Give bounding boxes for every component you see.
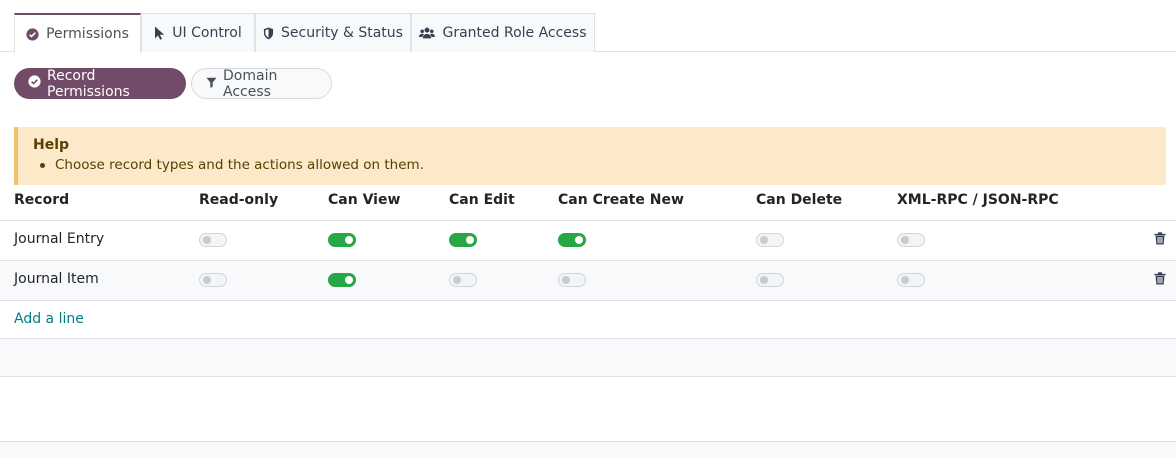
help-alert: Help Choose record types and the actions… [14,127,1166,185]
toggle-can-create-new[interactable] [558,273,586,287]
tab-ui-control[interactable]: UI Control [141,13,255,52]
table-row[interactable]: Journal Item [0,261,1176,301]
tab-permissions[interactable]: Permissions [14,13,141,53]
tab-bar: Permissions UI Control Security & Status… [0,0,1176,53]
toggle-knob [203,276,211,284]
toggle-xml-rpc[interactable] [897,233,925,247]
table-row[interactable]: Journal Entry [0,220,1176,260]
check-circle-icon [28,75,41,92]
tab-label: Granted Role Access [442,25,587,41]
toggle-knob [453,276,461,284]
empty-row [0,442,1176,458]
shield-icon [263,27,274,40]
toggle-read-only[interactable] [199,233,227,247]
toggle-knob [760,276,768,284]
tab-label: UI Control [172,25,242,41]
trash-icon[interactable] [1154,232,1166,249]
toggle-knob [901,236,909,244]
column-header-can-create-new[interactable]: Can Create New [558,192,684,210]
record-name: Journal Entry [14,231,105,247]
tab-security-status[interactable]: Security & Status [255,13,411,52]
toggle-can-view[interactable] [328,233,356,247]
toggle-knob [760,236,768,244]
record-permissions-pill[interactable]: Record Permissions [14,67,186,100]
trash-icon[interactable] [1154,272,1166,289]
column-header-xml-rpc[interactable]: XML-RPC / JSON-RPC [897,192,1059,210]
toggle-xml-rpc[interactable] [897,273,925,287]
bullet-icon [40,162,45,168]
toggle-knob [203,236,211,244]
tab-granted-role-access[interactable]: Granted Role Access [411,13,595,52]
pill-label: Domain Access [223,67,278,100]
toggle-can-delete[interactable] [756,273,784,287]
divider [0,376,1176,377]
toggle-read-only[interactable] [199,273,227,287]
add-a-line-link[interactable]: Add a line [14,311,84,327]
column-header-can-view[interactable]: Can View [328,192,400,210]
toggle-knob [345,276,353,284]
users-icon [419,27,436,39]
toggle-can-edit[interactable] [449,273,477,287]
pill-label: Record Permissions [47,67,130,100]
toggle-knob [901,276,909,284]
cursor-icon [154,26,165,40]
column-header-can-delete[interactable]: Can Delete [756,192,842,210]
filter-icon [206,76,217,92]
help-title: Help [33,137,70,153]
record-name: Journal Item [14,271,99,287]
column-header-can-edit[interactable]: Can Edit [449,192,515,210]
toggle-can-view[interactable] [328,273,356,287]
domain-access-pill[interactable]: Domain Access [191,67,332,100]
toggle-can-create-new[interactable] [558,233,586,247]
check-circle-icon [26,27,39,41]
toggle-knob [562,276,570,284]
toggle-knob [466,236,474,244]
column-header-record[interactable]: Record [14,192,69,210]
toggle-can-edit[interactable] [449,233,477,247]
divider [0,300,1176,301]
tab-label: Security & Status [281,25,403,41]
help-item: Choose record types and the actions allo… [33,157,1166,173]
help-item-text: Choose record types and the actions allo… [55,157,424,173]
toggle-can-delete[interactable] [756,233,784,247]
toggle-knob [345,236,353,244]
column-header-read-only[interactable]: Read-only [199,192,278,210]
toggle-knob [575,236,583,244]
empty-row [0,339,1176,376]
tab-label: Permissions [46,26,129,42]
